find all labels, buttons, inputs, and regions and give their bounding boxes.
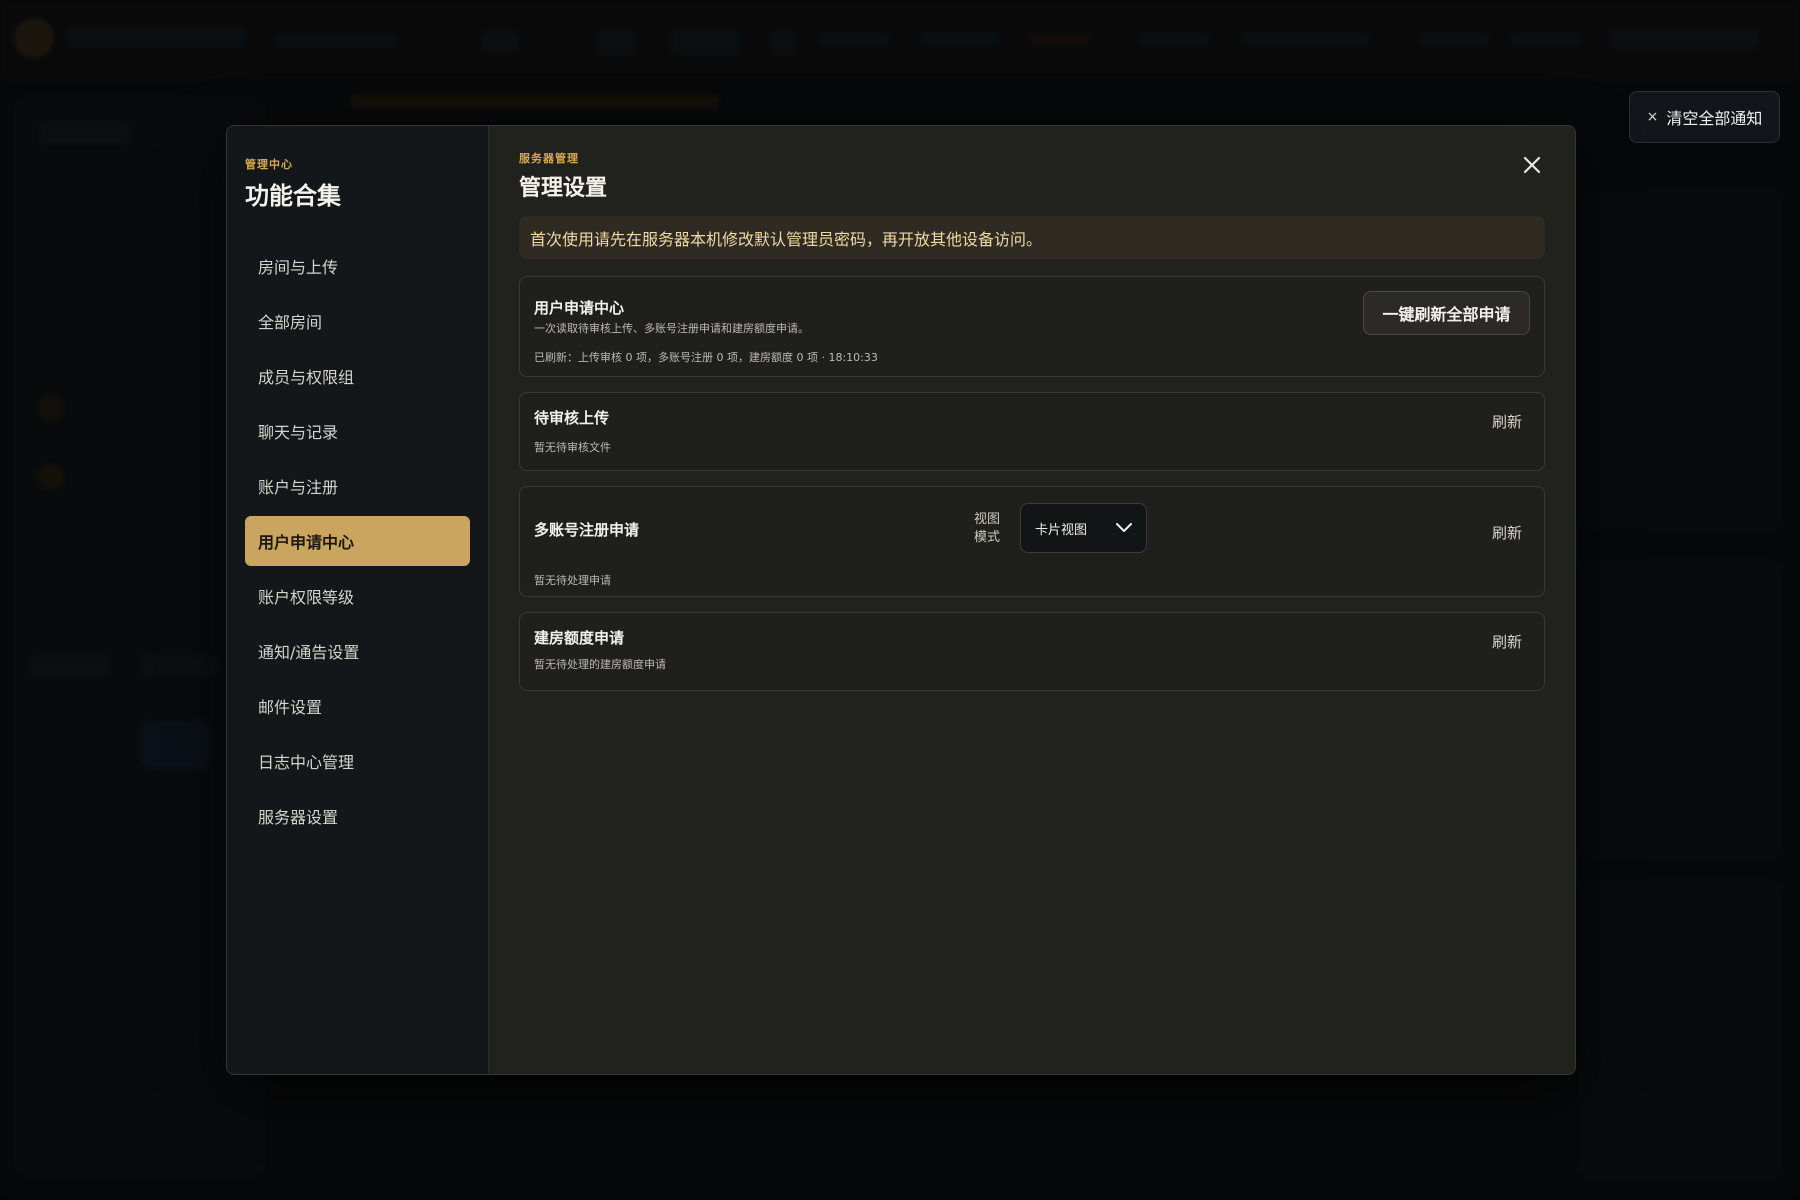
sidebar-item-server-settings[interactable]: 服务器设置: [245, 791, 470, 841]
multi-account-empty: 暂无待处理申请: [534, 574, 611, 587]
summary-refresh-status: 已刷新：上传审核 0 项，多账号注册 0 项，建房额度 0 项 · 18:10:…: [534, 351, 878, 364]
sidebar-kicker: 管理中心: [245, 158, 293, 171]
close-modal-button[interactable]: [1519, 152, 1545, 178]
sidebar-item-all-rooms[interactable]: 全部房间: [245, 296, 470, 346]
close-icon: ×: [1646, 109, 1659, 125]
room-quota-panel: 建房额度申请 暂无待处理的建房额度申请 刷新: [519, 612, 1545, 691]
refresh-multi-account-button[interactable]: 刷新: [1492, 522, 1522, 543]
sidebar-title: 功能合集: [245, 182, 341, 210]
modal-sidebar: 管理中心 功能合集 房间与上传 全部房间 成员与权限组 聊天与记录 账户与注册 …: [227, 126, 489, 1074]
pending-uploads-panel: 待审核上传 暂无待审核文件 刷新: [519, 392, 1545, 471]
pending-uploads-empty: 暂无待审核文件: [534, 441, 611, 454]
sidebar-item-mail-settings[interactable]: 邮件设置: [245, 681, 470, 731]
room-quota-empty: 暂无待处理的建房额度申请: [534, 658, 666, 671]
clear-all-notifications-label: 清空全部通知: [1666, 109, 1763, 128]
close-icon: [1523, 156, 1541, 174]
sidebar-item-members-permissions[interactable]: 成员与权限组: [245, 351, 470, 401]
modal-main: 服务器管理 管理设置 首次使用请先在服务器本机修改默认管理员密码，再开放其他设备…: [489, 126, 1575, 1074]
sidebar-item-accounts-registration[interactable]: 账户与注册: [245, 461, 470, 511]
refresh-all-requests-button[interactable]: 一键刷新全部申请: [1363, 291, 1530, 335]
view-mode-label: 视图模式: [974, 512, 1001, 545]
main-kicker: 服务器管理: [519, 152, 579, 165]
chevron-down-icon: [1116, 523, 1132, 532]
refresh-room-quota-button[interactable]: 刷新: [1492, 631, 1522, 652]
sidebar-item-chat-records[interactable]: 聊天与记录: [245, 406, 470, 456]
multi-account-panel: 多账号注册申请 暂无待处理申请 视图模式 卡片视图 刷新: [519, 486, 1545, 597]
page-title: 管理设置: [519, 176, 608, 201]
pending-uploads-title: 待审核上传: [534, 409, 610, 427]
sidebar-item-log-center[interactable]: 日志中心管理: [245, 736, 470, 786]
admin-modal: 管理中心 功能合集 房间与上传 全部房间 成员与权限组 聊天与记录 账户与注册 …: [226, 125, 1576, 1075]
view-mode-value: 卡片视图: [1035, 522, 1088, 538]
refresh-pending-uploads-button[interactable]: 刷新: [1492, 411, 1522, 432]
requests-summary-panel: 用户申请中心 一次读取待审核上传、多账号注册申请和建房额度申请。 已刷新：上传审…: [519, 276, 1545, 377]
security-notice: 首次使用请先在服务器本机修改默认管理员密码，再开放其他设备访问。: [519, 216, 1545, 259]
room-quota-title: 建房额度申请: [534, 629, 625, 647]
sidebar-item-notifications[interactable]: 通知/通告设置: [245, 626, 470, 676]
clear-all-notifications-button[interactable]: × 清空全部通知: [1629, 91, 1780, 143]
sidebar-item-user-requests[interactable]: 用户申请中心: [245, 516, 470, 566]
sidebar-item-rooms-uploads[interactable]: 房间与上传: [245, 241, 470, 291]
view-mode-select[interactable]: 卡片视图: [1020, 503, 1147, 553]
sidebar-item-account-levels[interactable]: 账户权限等级: [245, 571, 470, 621]
